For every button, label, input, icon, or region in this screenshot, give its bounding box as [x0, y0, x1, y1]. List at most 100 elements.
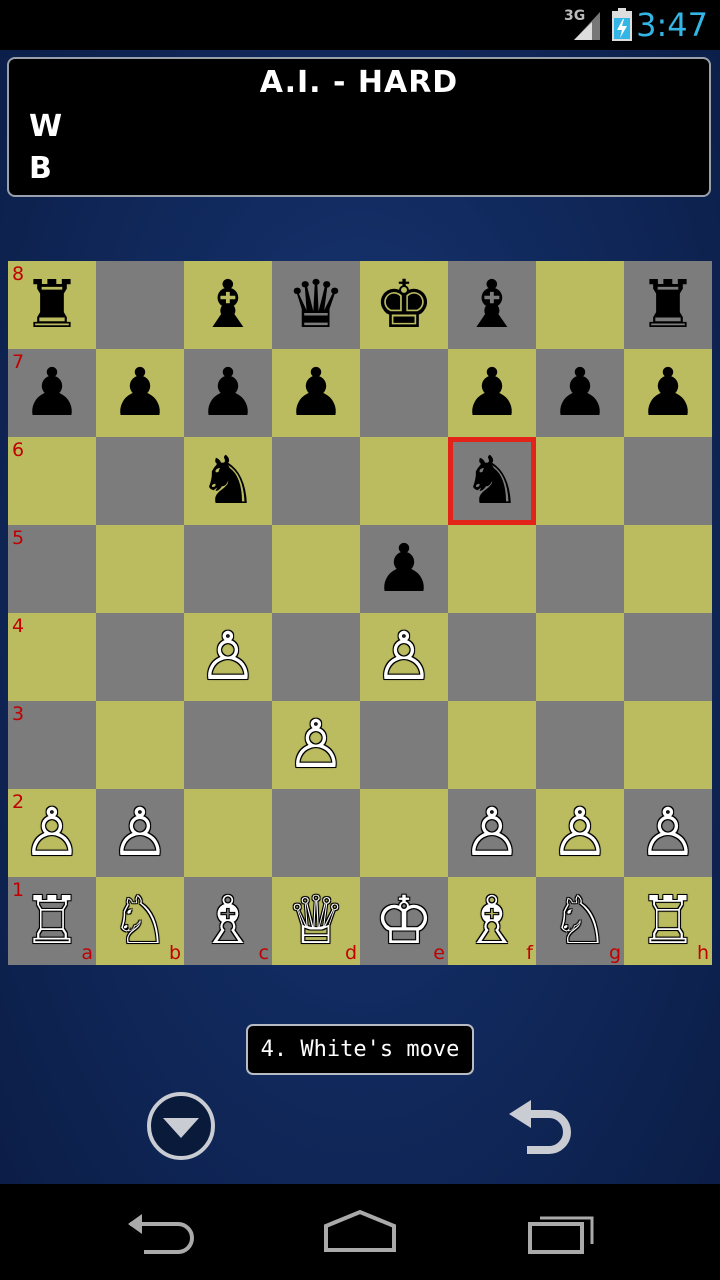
white-knight-icon[interactable]: ♘ [96, 877, 184, 965]
square-g8[interactable] [536, 261, 624, 349]
square-d1[interactable]: d ♕ [272, 877, 360, 965]
square-b2[interactable]: ♙ [96, 789, 184, 877]
black-pawn-icon[interactable]: ♟ [624, 349, 712, 437]
square-a1[interactable]: 1 a ♖ [8, 877, 96, 965]
square-a4[interactable]: 4 [8, 613, 96, 701]
white-pawn-icon[interactable]: ♙ [272, 701, 360, 789]
square-e5[interactable]: ♟ [360, 525, 448, 613]
square-d7[interactable]: ♟ [272, 349, 360, 437]
square-e6[interactable] [360, 437, 448, 525]
square-e4[interactable]: ♙ [360, 613, 448, 701]
square-f8[interactable]: ♝ [448, 261, 536, 349]
square-d3[interactable]: ♙ [272, 701, 360, 789]
white-pawn-icon[interactable]: ♙ [8, 789, 96, 877]
square-a6[interactable]: 6 [8, 437, 96, 525]
square-h7[interactable]: ♟ [624, 349, 712, 437]
square-h1[interactable]: h ♖ [624, 877, 712, 965]
square-e1[interactable]: e ♔ [360, 877, 448, 965]
square-c2[interactable] [184, 789, 272, 877]
home-icon[interactable] [322, 1206, 398, 1258]
square-d2[interactable] [272, 789, 360, 877]
square-d5[interactable] [272, 525, 360, 613]
white-pawn-icon[interactable]: ♙ [184, 613, 272, 701]
black-pawn-icon[interactable]: ♟ [536, 349, 624, 437]
square-g7[interactable]: ♟ [536, 349, 624, 437]
square-g4[interactable] [536, 613, 624, 701]
black-rook-icon[interactable]: ♜ [624, 261, 712, 349]
square-f5[interactable] [448, 525, 536, 613]
square-a8[interactable]: 8 ♜ [8, 261, 96, 349]
square-f7[interactable]: ♟ [448, 349, 536, 437]
square-b3[interactable] [96, 701, 184, 789]
black-pawn-icon[interactable]: ♟ [272, 349, 360, 437]
square-h6[interactable] [624, 437, 712, 525]
square-d6[interactable] [272, 437, 360, 525]
back-icon[interactable] [124, 1206, 196, 1258]
white-pawn-icon[interactable]: ♙ [536, 789, 624, 877]
square-h8[interactable]: ♜ [624, 261, 712, 349]
white-rook-icon[interactable]: ♖ [8, 877, 96, 965]
square-h3[interactable] [624, 701, 712, 789]
square-h2[interactable]: ♙ [624, 789, 712, 877]
square-e7[interactable] [360, 349, 448, 437]
black-knight-icon[interactable]: ♞ [448, 437, 536, 525]
black-bishop-icon[interactable]: ♝ [448, 261, 536, 349]
white-knight-icon[interactable]: ♘ [536, 877, 624, 965]
chess-board[interactable]: 8 ♜ ♝ ♛ ♚ ♝ ♜ 7 ♟ ♟ ♟ ♟ ♟ ♟ ♟ 6 ♞ ♞ 5 ♟ 4 ♙ ♙ 3 ♙ 2 ♙ ♙ ♙ ♙ ♙ 1 a ♖ b ♘ c ♗ d ♕… [8, 261, 712, 965]
recents-icon[interactable] [526, 1206, 598, 1258]
white-rook-icon[interactable]: ♖ [624, 877, 712, 965]
black-pawn-icon[interactable]: ♟ [8, 349, 96, 437]
square-b1[interactable]: b ♘ [96, 877, 184, 965]
undo-arrow-icon[interactable] [505, 1096, 577, 1160]
square-c6[interactable]: ♞ [184, 437, 272, 525]
square-f2[interactable]: ♙ [448, 789, 536, 877]
square-c1[interactable]: c ♗ [184, 877, 272, 965]
white-pawn-icon[interactable]: ♙ [96, 789, 184, 877]
black-pawn-icon[interactable]: ♟ [184, 349, 272, 437]
square-g6[interactable] [536, 437, 624, 525]
white-king-icon[interactable]: ♔ [360, 877, 448, 965]
black-queen-icon[interactable]: ♛ [272, 261, 360, 349]
black-pawn-icon[interactable]: ♟ [360, 525, 448, 613]
square-f3[interactable] [448, 701, 536, 789]
square-a3[interactable]: 3 [8, 701, 96, 789]
square-e2[interactable] [360, 789, 448, 877]
square-e8[interactable]: ♚ [360, 261, 448, 349]
square-b7[interactable]: ♟ [96, 349, 184, 437]
square-g2[interactable]: ♙ [536, 789, 624, 877]
black-rook-icon[interactable]: ♜ [8, 261, 96, 349]
white-queen-icon[interactable]: ♕ [272, 877, 360, 965]
square-f1[interactable]: f ♗ [448, 877, 536, 965]
black-pawn-icon[interactable]: ♟ [96, 349, 184, 437]
white-bishop-icon[interactable]: ♗ [448, 877, 536, 965]
white-bishop-icon[interactable]: ♗ [184, 877, 272, 965]
square-a7[interactable]: 7 ♟ [8, 349, 96, 437]
square-f4[interactable] [448, 613, 536, 701]
square-g1[interactable]: g ♘ [536, 877, 624, 965]
square-c8[interactable]: ♝ [184, 261, 272, 349]
white-pawn-icon[interactable]: ♙ [624, 789, 712, 877]
square-g3[interactable] [536, 701, 624, 789]
square-a5[interactable]: 5 [8, 525, 96, 613]
square-e3[interactable] [360, 701, 448, 789]
square-a2[interactable]: 2 ♙ [8, 789, 96, 877]
square-b4[interactable] [96, 613, 184, 701]
white-pawn-icon[interactable]: ♙ [448, 789, 536, 877]
square-b6[interactable] [96, 437, 184, 525]
white-pawn-icon[interactable]: ♙ [360, 613, 448, 701]
square-c3[interactable] [184, 701, 272, 789]
square-h5[interactable] [624, 525, 712, 613]
square-d8[interactable]: ♛ [272, 261, 360, 349]
square-h4[interactable] [624, 613, 712, 701]
square-c5[interactable] [184, 525, 272, 613]
black-knight-icon[interactable]: ♞ [184, 437, 272, 525]
black-king-icon[interactable]: ♚ [360, 261, 448, 349]
square-g5[interactable] [536, 525, 624, 613]
square-b8[interactable] [96, 261, 184, 349]
black-bishop-icon[interactable]: ♝ [184, 261, 272, 349]
square-c4[interactable]: ♙ [184, 613, 272, 701]
black-pawn-icon[interactable]: ♟ [448, 349, 536, 437]
square-b5[interactable] [96, 525, 184, 613]
chevron-down-circle-icon[interactable] [145, 1090, 217, 1162]
square-d4[interactable] [272, 613, 360, 701]
